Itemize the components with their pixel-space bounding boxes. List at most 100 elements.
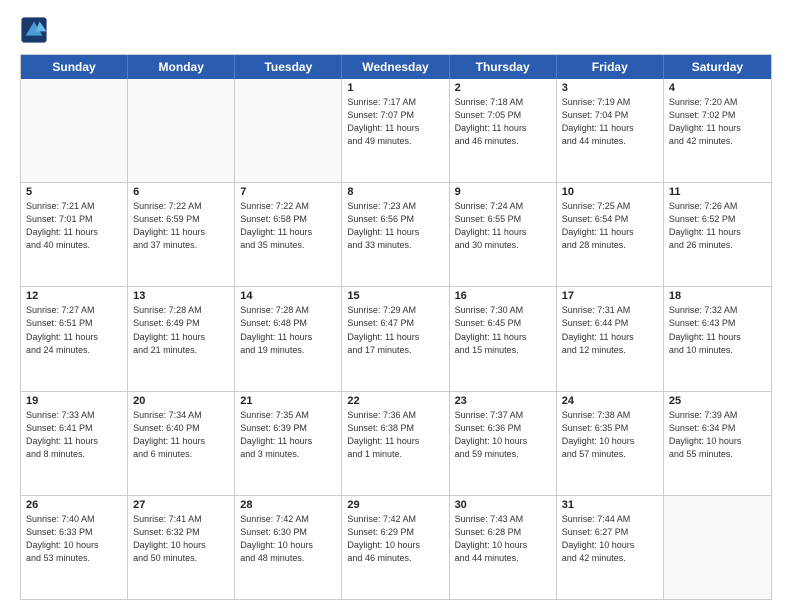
- cell-info: Sunrise: 7:38 AM Sunset: 6:35 PM Dayligh…: [562, 409, 658, 461]
- cell-info: Sunrise: 7:33 AM Sunset: 6:41 PM Dayligh…: [26, 409, 122, 461]
- day-number: 8: [347, 186, 443, 198]
- day-number: 20: [133, 395, 229, 407]
- calendar-cell: 11 Sunrise: 7:26 AM Sunset: 6:52 PM Dayli…: [664, 183, 771, 286]
- calendar-cell: 9 Sunrise: 7:24 AM Sunset: 6:55 PM Daylig…: [450, 183, 557, 286]
- calendar-cell: 15 Sunrise: 7:29 AM Sunset: 6:47 PM Dayli…: [342, 287, 449, 390]
- cell-info: Sunrise: 7:43 AM Sunset: 6:28 PM Dayligh…: [455, 513, 551, 565]
- calendar-cell: [664, 496, 771, 599]
- day-number: 21: [240, 395, 336, 407]
- cell-info: Sunrise: 7:31 AM Sunset: 6:44 PM Dayligh…: [562, 304, 658, 356]
- header-cell-wednesday: Wednesday: [342, 55, 449, 79]
- cell-info: Sunrise: 7:22 AM Sunset: 6:59 PM Dayligh…: [133, 200, 229, 252]
- day-number: 10: [562, 186, 658, 198]
- cell-info: Sunrise: 7:37 AM Sunset: 6:36 PM Dayligh…: [455, 409, 551, 461]
- calendar-cell: 10 Sunrise: 7:25 AM Sunset: 6:54 PM Dayli…: [557, 183, 664, 286]
- header-cell-saturday: Saturday: [664, 55, 771, 79]
- calendar-body: 1Sunrise: 7:17 AM Sunset: 7:07 PM Daylig…: [21, 79, 771, 599]
- day-number: 28: [240, 499, 336, 511]
- cell-info: Sunrise: 7:23 AM Sunset: 6:56 PM Dayligh…: [347, 200, 443, 252]
- cell-info: Sunrise: 7:40 AM Sunset: 6:33 PM Dayligh…: [26, 513, 122, 565]
- calendar-cell: 19Sunrise: 7:33 AM Sunset: 6:41 PM Dayli…: [21, 392, 128, 495]
- calendar-cell: 30 Sunrise: 7:43 AM Sunset: 6:28 PM Dayli…: [450, 496, 557, 599]
- cell-info: Sunrise: 7:44 AM Sunset: 6:27 PM Dayligh…: [562, 513, 658, 565]
- calendar-cell: 13Sunrise: 7:28 AM Sunset: 6:49 PM Dayli…: [128, 287, 235, 390]
- day-number: 9: [455, 186, 551, 198]
- day-number: 16: [455, 290, 551, 302]
- header-cell-thursday: Thursday: [450, 55, 557, 79]
- day-number: 3: [562, 82, 658, 94]
- cell-info: Sunrise: 7:41 AM Sunset: 6:32 PM Dayligh…: [133, 513, 229, 565]
- day-number: 18: [669, 290, 766, 302]
- calendar-cell: 22 Sunrise: 7:36 AM Sunset: 6:38 PM Dayli…: [342, 392, 449, 495]
- day-number: 22: [347, 395, 443, 407]
- day-number: 14: [240, 290, 336, 302]
- calendar-cell: 14 Sunrise: 7:28 AM Sunset: 6:48 PM Dayli…: [235, 287, 342, 390]
- calendar-cell: 31 Sunrise: 7:44 AM Sunset: 6:27 PM Dayli…: [557, 496, 664, 599]
- calendar-cell: 29Sunrise: 7:42 AM Sunset: 6:29 PM Dayli…: [342, 496, 449, 599]
- header-cell-friday: Friday: [557, 55, 664, 79]
- header-cell-tuesday: Tuesday: [235, 55, 342, 79]
- cell-info: Sunrise: 7:29 AM Sunset: 6:47 PM Dayligh…: [347, 304, 443, 356]
- calendar-cell: [128, 79, 235, 182]
- cell-info: Sunrise: 7:35 AM Sunset: 6:39 PM Dayligh…: [240, 409, 336, 461]
- cell-info: Sunrise: 7:27 AM Sunset: 6:51 PM Dayligh…: [26, 304, 122, 356]
- logo: [20, 16, 52, 44]
- calendar-cell: 18 Sunrise: 7:32 AM Sunset: 6:43 PM Dayli…: [664, 287, 771, 390]
- calendar-cell: 5 Sunrise: 7:21 AM Sunset: 7:01 PM Daylig…: [21, 183, 128, 286]
- cell-info: Sunrise: 7:42 AM Sunset: 6:30 PM Dayligh…: [240, 513, 336, 565]
- cell-info: Sunrise: 7:26 AM Sunset: 6:52 PM Dayligh…: [669, 200, 766, 252]
- cell-info: Sunrise: 7:25 AM Sunset: 6:54 PM Dayligh…: [562, 200, 658, 252]
- day-number: 5: [26, 186, 122, 198]
- day-number: 15: [347, 290, 443, 302]
- calendar-cell: 1Sunrise: 7:17 AM Sunset: 7:07 PM Daylig…: [342, 79, 449, 182]
- calendar-cell: 26 Sunrise: 7:40 AM Sunset: 6:33 PM Dayli…: [21, 496, 128, 599]
- calendar-cell: 6 Sunrise: 7:22 AM Sunset: 6:59 PM Daylig…: [128, 183, 235, 286]
- cell-info: Sunrise: 7:18 AM Sunset: 7:05 PM Dayligh…: [455, 96, 551, 148]
- cell-info: Sunrise: 7:19 AM Sunset: 7:04 PM Dayligh…: [562, 96, 658, 148]
- calendar-cell: 21 Sunrise: 7:35 AM Sunset: 6:39 PM Dayli…: [235, 392, 342, 495]
- calendar-cell: 28 Sunrise: 7:42 AM Sunset: 6:30 PM Dayli…: [235, 496, 342, 599]
- day-number: 23: [455, 395, 551, 407]
- day-number: 17: [562, 290, 658, 302]
- calendar-row-3: 19Sunrise: 7:33 AM Sunset: 6:41 PM Dayli…: [21, 392, 771, 496]
- calendar-cell: 7 Sunrise: 7:22 AM Sunset: 6:58 PM Daylig…: [235, 183, 342, 286]
- day-number: 13: [133, 290, 229, 302]
- day-number: 7: [240, 186, 336, 198]
- calendar-cell: 4 Sunrise: 7:20 AM Sunset: 7:02 PM Daylig…: [664, 79, 771, 182]
- cell-info: Sunrise: 7:24 AM Sunset: 6:55 PM Dayligh…: [455, 200, 551, 252]
- cell-info: Sunrise: 7:34 AM Sunset: 6:40 PM Dayligh…: [133, 409, 229, 461]
- calendar-cell: 20 Sunrise: 7:34 AM Sunset: 6:40 PM Dayli…: [128, 392, 235, 495]
- calendar-cell: 17 Sunrise: 7:31 AM Sunset: 6:44 PM Dayli…: [557, 287, 664, 390]
- calendar-cell: [235, 79, 342, 182]
- cell-info: Sunrise: 7:20 AM Sunset: 7:02 PM Dayligh…: [669, 96, 766, 148]
- calendar-cell: 2Sunrise: 7:18 AM Sunset: 7:05 PM Daylig…: [450, 79, 557, 182]
- calendar-cell: 24 Sunrise: 7:38 AM Sunset: 6:35 PM Dayli…: [557, 392, 664, 495]
- cell-info: Sunrise: 7:21 AM Sunset: 7:01 PM Dayligh…: [26, 200, 122, 252]
- day-number: 30: [455, 499, 551, 511]
- day-number: 24: [562, 395, 658, 407]
- day-number: 1: [347, 82, 443, 94]
- cell-info: Sunrise: 7:22 AM Sunset: 6:58 PM Dayligh…: [240, 200, 336, 252]
- calendar-row-4: 26 Sunrise: 7:40 AM Sunset: 6:33 PM Dayli…: [21, 496, 771, 599]
- cell-info: Sunrise: 7:32 AM Sunset: 6:43 PM Dayligh…: [669, 304, 766, 356]
- calendar-header: SundayMondayTuesdayWednesdayThursdayFrid…: [21, 55, 771, 79]
- day-number: 31: [562, 499, 658, 511]
- calendar-cell: 16Sunrise: 7:30 AM Sunset: 6:45 PM Dayli…: [450, 287, 557, 390]
- cell-info: Sunrise: 7:28 AM Sunset: 6:48 PM Dayligh…: [240, 304, 336, 356]
- day-number: 26: [26, 499, 122, 511]
- page-header: [20, 16, 772, 44]
- header-cell-sunday: Sunday: [21, 55, 128, 79]
- day-number: 27: [133, 499, 229, 511]
- calendar-cell: 3 Sunrise: 7:19 AM Sunset: 7:04 PM Daylig…: [557, 79, 664, 182]
- day-number: 29: [347, 499, 443, 511]
- day-number: 11: [669, 186, 766, 198]
- cell-info: Sunrise: 7:36 AM Sunset: 6:38 PM Dayligh…: [347, 409, 443, 461]
- day-number: 6: [133, 186, 229, 198]
- calendar-row-2: 12Sunrise: 7:27 AM Sunset: 6:51 PM Dayli…: [21, 287, 771, 391]
- calendar-row-0: 1Sunrise: 7:17 AM Sunset: 7:07 PM Daylig…: [21, 79, 771, 183]
- logo-icon: [20, 16, 48, 44]
- day-number: 4: [669, 82, 766, 94]
- calendar-cell: 27 Sunrise: 7:41 AM Sunset: 6:32 PM Dayli…: [128, 496, 235, 599]
- cell-info: Sunrise: 7:39 AM Sunset: 6:34 PM Dayligh…: [669, 409, 766, 461]
- calendar-cell: [21, 79, 128, 182]
